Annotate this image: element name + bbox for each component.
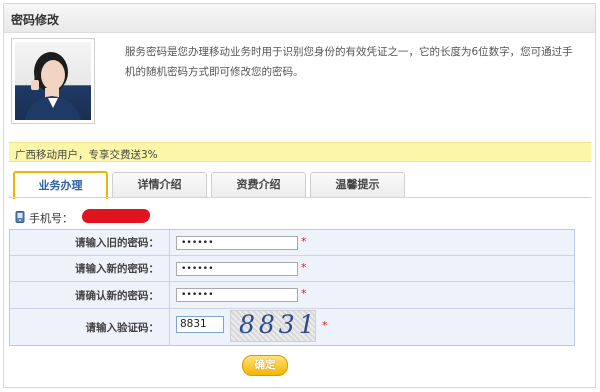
required-mark: * bbox=[301, 235, 307, 248]
panel-header: 密码修改 bbox=[4, 4, 595, 33]
password-form: 请输入旧的密码： •••••• * 请输入新的密码： •••••• * 请确认新… bbox=[9, 229, 575, 346]
tabs-divider bbox=[9, 197, 591, 198]
tab-business[interactable]: 业务办理 bbox=[13, 171, 108, 199]
phone-icon bbox=[15, 210, 25, 226]
captcha-image-text: 8831 bbox=[239, 310, 316, 339]
old-password-input[interactable]: •••••• bbox=[176, 236, 298, 250]
promo-banner[interactable]: 广西移动用户，专享交费送3% bbox=[9, 142, 591, 162]
redacted-phone-number bbox=[81, 209, 151, 223]
required-mark: * bbox=[322, 319, 328, 332]
old-password-label: 请输入旧的密码： bbox=[10, 230, 170, 255]
new-password-input[interactable]: •••••• bbox=[176, 262, 298, 276]
tab-details[interactable]: 详情介绍 bbox=[112, 172, 207, 198]
page-title: 密码修改 bbox=[11, 13, 60, 27]
agent-photo bbox=[15, 42, 91, 120]
confirm-button[interactable]: 确定 bbox=[242, 355, 288, 376]
captcha-image[interactable]: 8831 bbox=[230, 310, 316, 342]
old-password-row: 请输入旧的密码： •••••• * bbox=[10, 230, 574, 256]
new-password-label: 请输入新的密码： bbox=[10, 256, 170, 281]
confirm-password-input[interactable]: •••••• bbox=[176, 288, 298, 302]
required-mark: * bbox=[301, 261, 307, 274]
intro-text: 服务密码是您办理移动业务时用于识别您身份的有效凭证之一，它的长度为6位数字，您可… bbox=[125, 46, 573, 78]
tab-fees[interactable]: 资费介绍 bbox=[211, 172, 306, 198]
captcha-row: 请输入验证码： 8831 8831 * bbox=[10, 309, 574, 345]
confirm-password-label: 请确认新的密码： bbox=[10, 282, 170, 308]
new-password-row: 请输入新的密码： •••••• * bbox=[10, 256, 574, 282]
tab-tips[interactable]: 温馨提示 bbox=[310, 172, 405, 198]
captcha-label: 请输入验证码： bbox=[10, 309, 170, 345]
required-mark: * bbox=[301, 287, 307, 300]
phone-number-row: 手机号： bbox=[15, 210, 73, 226]
confirm-password-row: 请确认新的密码： •••••• * bbox=[10, 282, 574, 309]
promo-text[interactable]: 广西移动用户，专享交费送3% bbox=[15, 147, 158, 162]
service-avatar bbox=[11, 38, 95, 124]
captcha-input[interactable]: 8831 bbox=[176, 316, 224, 333]
phone-label: 手机号： bbox=[29, 212, 73, 225]
